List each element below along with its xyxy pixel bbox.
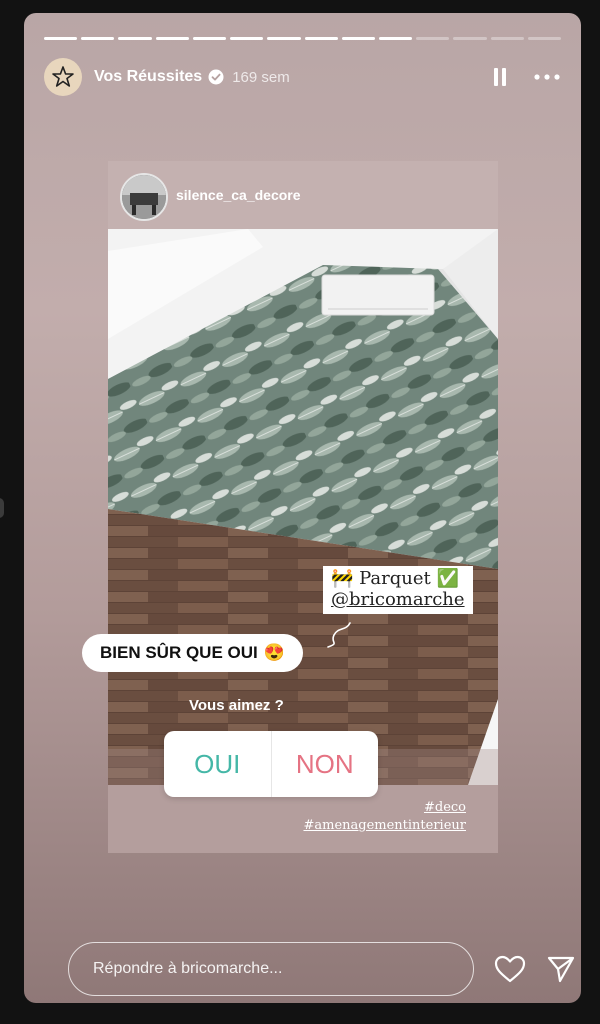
heart-icon[interactable] — [494, 955, 526, 983]
progress-segment — [490, 37, 524, 40]
pause-icon — [494, 68, 506, 86]
progress-segment — [118, 37, 152, 40]
progress-segment — [304, 37, 338, 40]
reply-input[interactable]: Répondre à bricomarche... — [68, 942, 474, 996]
verified-badge-icon — [208, 69, 224, 85]
progress-segment — [44, 37, 78, 40]
original-author-name[interactable]: silence_ca_decore — [176, 187, 301, 203]
avatar[interactable] — [44, 58, 82, 96]
progress-segment — [192, 37, 227, 40]
original-author-avatar[interactable] — [120, 173, 168, 221]
story-timestamp: 169 sem — [232, 68, 290, 86]
story-header: Vos Réussites 169 sem — [44, 57, 561, 97]
reply-sticker: BIEN SÛR QUE OUI 😍 — [82, 634, 303, 672]
progress-segment — [378, 37, 413, 40]
room-photo — [108, 229, 498, 785]
progress-segment — [230, 37, 264, 40]
poll-question: Vous aimez ? — [189, 697, 284, 714]
story-author-name[interactable]: Vos Réussites — [94, 68, 202, 86]
send-icon[interactable] — [546, 954, 576, 984]
heart-eyes-emoji: 😍 — [263, 643, 285, 662]
pause-button[interactable] — [489, 66, 511, 88]
more-options-icon — [534, 74, 560, 80]
progress-segment — [267, 37, 301, 40]
hashtag-amenagement[interactable]: #amenagementinterieur — [303, 817, 466, 835]
star-badge-icon — [52, 66, 74, 87]
hashtag-list: #deco #amenagementinterieur — [303, 799, 466, 835]
parquet-sticker-line1: 🚧 Parquet ✅ — [331, 568, 459, 589]
bricomarche-mention[interactable]: @bricomarche — [331, 589, 467, 610]
original-author-avatar-image — [122, 175, 166, 219]
hashtag-deco[interactable]: #deco — [303, 799, 466, 817]
progress-segment — [341, 37, 375, 40]
reply-sticker-text: BIEN SÛR QUE OUI — [100, 643, 258, 662]
loop-arrow-icon — [327, 622, 351, 648]
previous-story-handle[interactable] — [0, 498, 4, 518]
poll-option-yes[interactable]: OUI — [164, 731, 272, 797]
progress-segment — [416, 37, 450, 40]
progress-segment — [81, 37, 115, 40]
more-options-button[interactable] — [533, 66, 561, 88]
progress-segment — [155, 37, 189, 40]
poll-sticker: OUI NON — [164, 731, 378, 797]
poll-option-no[interactable]: NON — [272, 731, 379, 797]
story-progress-bar — [44, 37, 562, 40]
progress-segment — [453, 37, 487, 40]
progress-segment — [527, 37, 562, 40]
story-viewer: Vos Réussites 169 sem silence_ca_decore … — [24, 13, 581, 1003]
parquet-mention-sticker[interactable]: 🚧 Parquet ✅ @bricomarche — [323, 566, 473, 614]
